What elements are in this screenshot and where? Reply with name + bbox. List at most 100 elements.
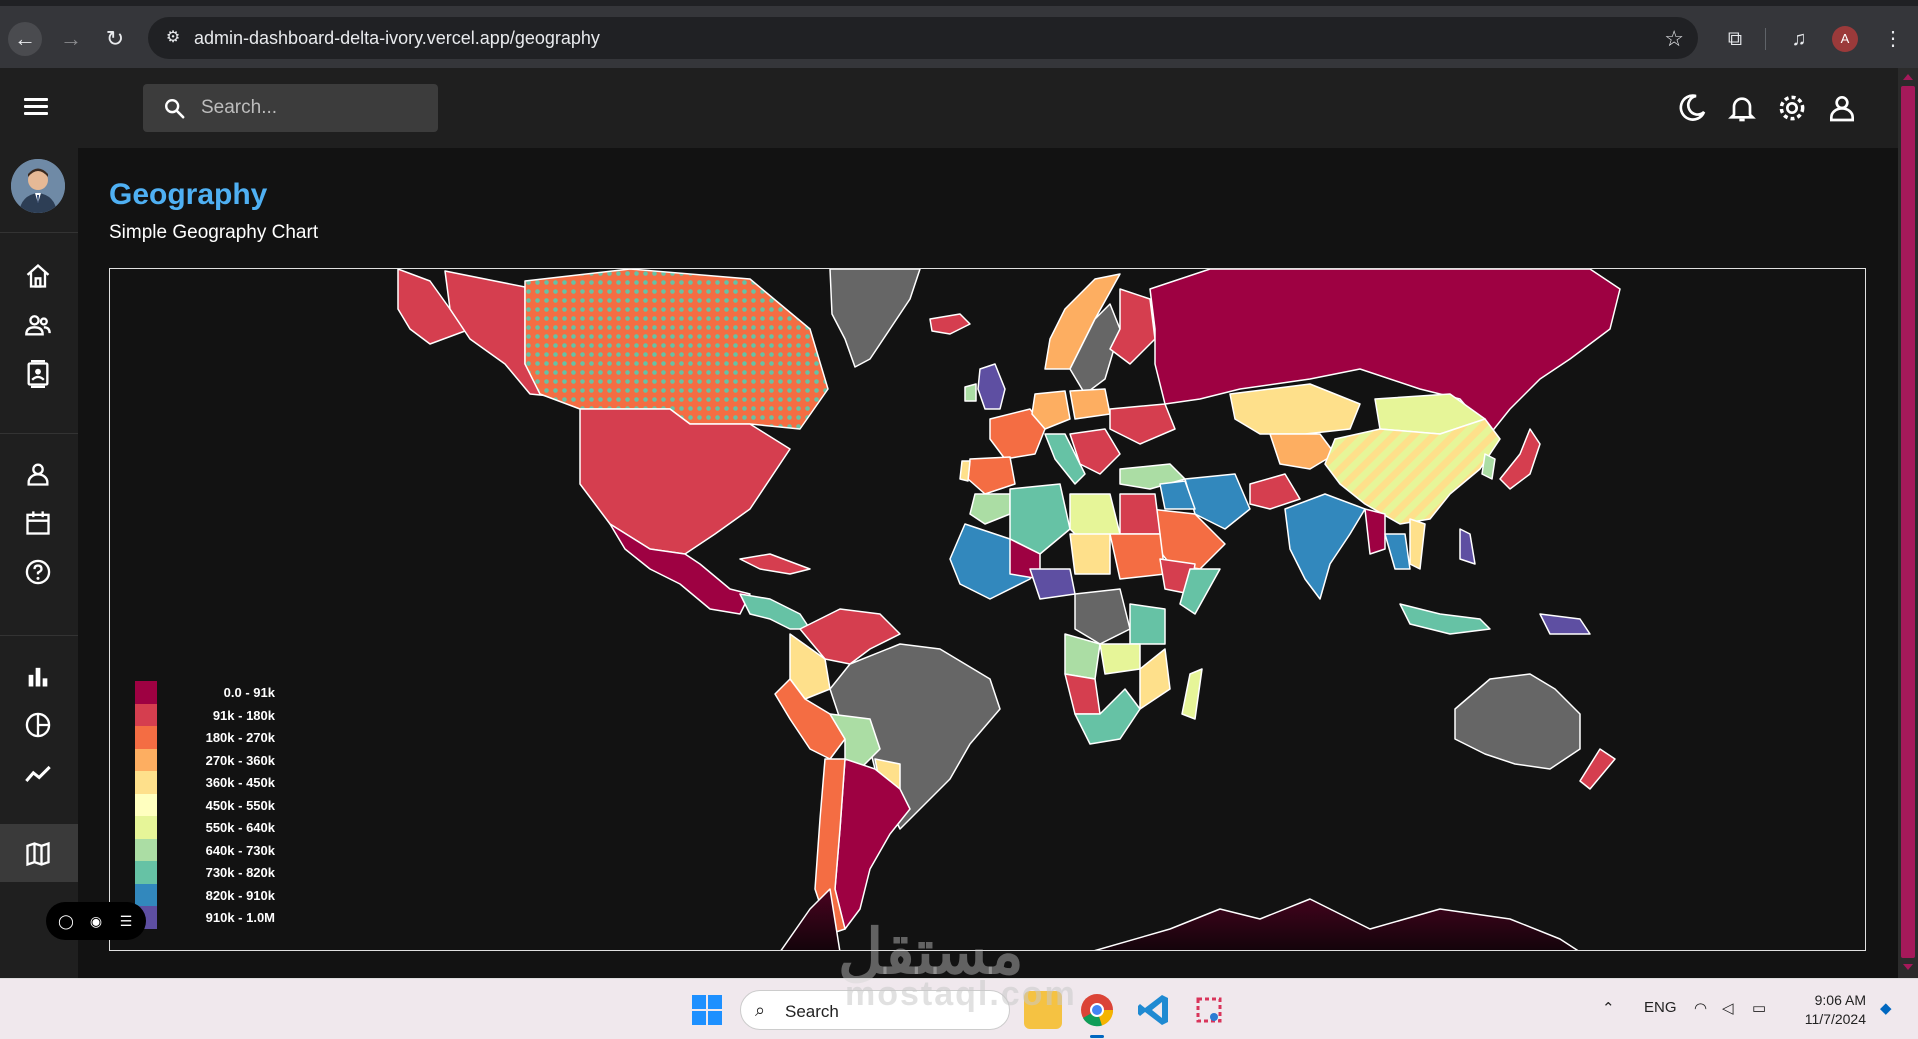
country-egypt (1119, 493, 1161, 535)
back-button[interactable]: ← (8, 22, 42, 56)
country-tanzania (1129, 603, 1166, 645)
country-chad (1069, 533, 1111, 575)
media-control-icon[interactable]: ♫ (1784, 24, 1814, 54)
address-bar[interactable]: ⚙ admin-dashboard-delta-ivory.vercel.app… (148, 17, 1698, 59)
sidebar-item-contacts[interactable] (0, 344, 78, 400)
legend-label: 730k - 820k (205, 865, 275, 880)
profile-icon (27, 463, 49, 486)
avatar-image (11, 159, 65, 213)
floating-toolbar: ◯ ◉ ☰ (46, 902, 146, 940)
battery-icon[interactable]: ▭ (1752, 999, 1766, 1017)
country-sudan (1109, 533, 1166, 580)
tray-chevron-icon[interactable]: ⌃ (1602, 999, 1615, 1017)
sidebar-item-bar-chart[interactable] (0, 646, 78, 702)
sidebar (0, 148, 78, 978)
sidebar-item-calendar[interactable] (0, 493, 78, 549)
home-icon (26, 263, 50, 288)
country-thailand (1384, 533, 1411, 570)
site-info-icon[interactable]: ⚙ (162, 27, 184, 49)
chrome-icon[interactable] (1078, 991, 1116, 1038)
legend-item: 820k - 910k (135, 883, 275, 906)
legend-item: 0.0 - 91k (135, 681, 275, 704)
sidebar-item-faq[interactable] (0, 542, 78, 598)
sidebar-item-dashboard[interactable] (0, 246, 78, 302)
profile-avatar[interactable]: A (1832, 26, 1858, 52)
calendar-icon (26, 511, 50, 535)
legend-swatch-3 (135, 748, 157, 771)
pie-chart-icon (25, 712, 51, 738)
legend-swatch-1 (135, 703, 157, 726)
clock-date: 11/7/2024 (1804, 1011, 1866, 1027)
country-namibia (1064, 673, 1101, 715)
forward-button[interactable]: → (54, 22, 88, 56)
country-australia (1454, 673, 1581, 770)
legend-label: 0.0 - 91k (223, 685, 275, 700)
toolbar-divider (1765, 28, 1766, 50)
search-icon[interactable] (163, 97, 185, 119)
country-uk (977, 363, 1006, 410)
country-kazakhstan (1229, 383, 1361, 435)
page-scrollbar[interactable] (1898, 68, 1918, 978)
country-myanmar (1364, 508, 1386, 555)
avatar[interactable] (11, 159, 65, 213)
sidebar-item-team[interactable] (0, 295, 78, 351)
extensions-icon[interactable]: ⧉ (1720, 24, 1750, 54)
address-url[interactable]: admin-dashboard-delta-ivory.vercel.app/g… (194, 28, 600, 49)
legend-item: 450k - 550k (135, 793, 275, 816)
bar-chart-icon (28, 667, 48, 687)
legend-swatch-7 (135, 838, 157, 861)
country-philippines (1459, 528, 1476, 565)
world-map[interactable] (110, 269, 1866, 951)
country-usa (579, 408, 791, 555)
country-ireland (964, 383, 977, 402)
settings-icon[interactable] (1776, 92, 1808, 124)
volume-icon[interactable]: ◁ (1722, 999, 1734, 1017)
page-subtitle: Simple Geography Chart (109, 222, 319, 243)
sidebar-divider (0, 232, 78, 233)
system-clock[interactable]: 9:06 AM 11/7/2024 (1792, 991, 1866, 1029)
sidebar-item-profile[interactable] (0, 444, 78, 500)
notifications-icon[interactable] (1726, 92, 1758, 124)
legend-label: 360k - 450k (205, 775, 275, 790)
user-icon[interactable] (1826, 92, 1858, 124)
legend-swatch-6 (135, 816, 157, 839)
country-caribbean (739, 553, 811, 575)
legend-label: 180k - 270k (205, 730, 275, 745)
vscode-icon[interactable] (1135, 991, 1173, 1029)
sidebar-item-pie-chart[interactable] (0, 695, 78, 751)
legend-item: 910k - 1.0M (135, 906, 275, 929)
sidebar-item-line-chart[interactable] (0, 744, 78, 800)
language-indicator[interactable]: ENG (1644, 999, 1677, 1016)
notification-bell-icon[interactable]: ◆ (1880, 999, 1892, 1017)
browser-menu-icon[interactable]: ⋮ (1878, 24, 1908, 54)
search-input[interactable] (201, 94, 421, 122)
windows-start-icon[interactable] (692, 995, 722, 1025)
country-canada (524, 269, 829, 430)
dark-mode-icon[interactable] (1676, 92, 1708, 124)
legend-label: 270k - 360k (205, 752, 275, 768)
country-korea (1481, 453, 1496, 480)
wifi-icon[interactable]: ◠ (1694, 999, 1707, 1017)
country-iceland (929, 313, 971, 335)
app-header (0, 68, 1898, 148)
country-japan (1499, 428, 1541, 490)
country-poland (1069, 388, 1111, 420)
toggle-icon[interactable]: ◉ (86, 911, 106, 931)
list-icon[interactable]: ☰ (116, 911, 136, 931)
reload-button[interactable]: ↻ (98, 22, 132, 56)
scrollbar-thumb[interactable] (1901, 86, 1915, 958)
scroll-down-icon[interactable] (1903, 964, 1913, 970)
country-india (1284, 493, 1366, 600)
country-madagascar (1181, 668, 1203, 720)
comment-icon[interactable]: ◯ (56, 911, 76, 931)
scroll-up-icon[interactable] (1903, 74, 1913, 80)
bookmark-star-icon[interactable]: ☆ (1664, 26, 1684, 52)
sidebar-item-geography[interactable] (0, 824, 78, 882)
legend-item: 640k - 730k (135, 838, 275, 861)
legend-item: 91k - 180k (135, 703, 275, 726)
sidebar-divider (0, 635, 78, 636)
geography-chart[interactable]: 0.0 - 91k 91k - 180k 180k - 270k 270k - … (109, 268, 1866, 951)
menu-toggle-icon[interactable] (24, 94, 52, 122)
legend-item: 180k - 270k (135, 726, 275, 749)
snipping-tool-icon[interactable] (1190, 991, 1228, 1029)
